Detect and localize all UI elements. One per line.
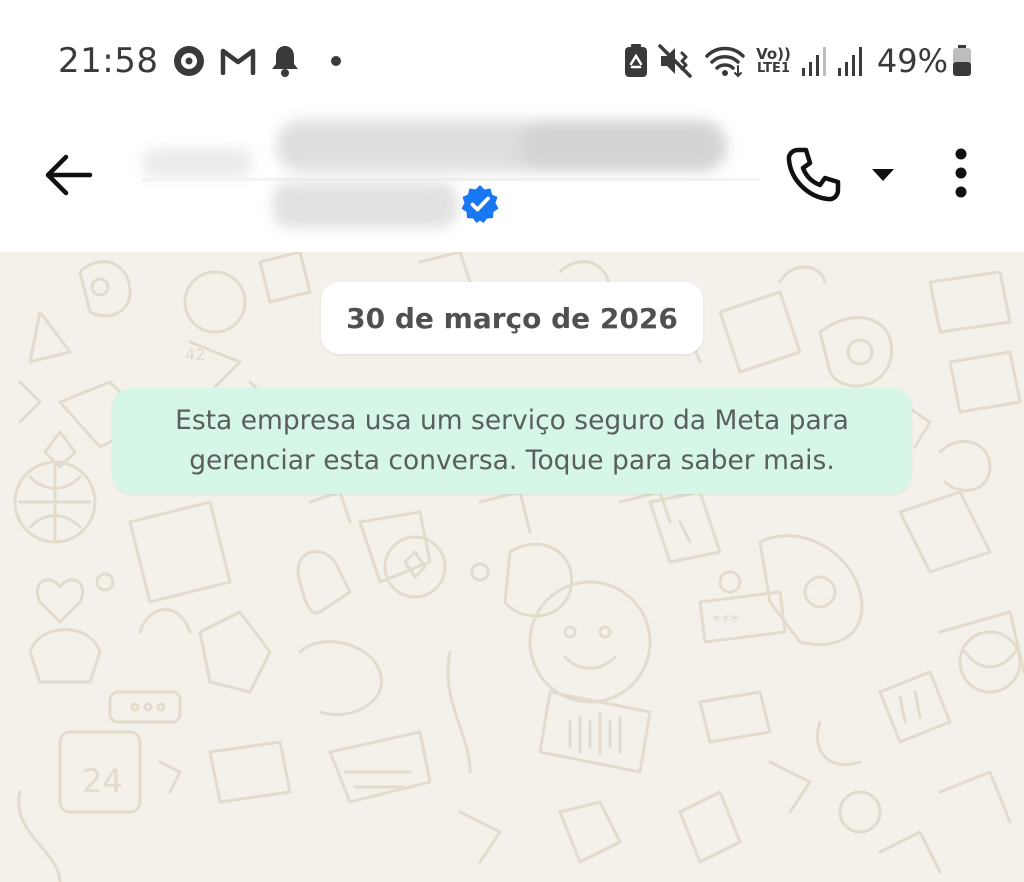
svg-text:***: *** bbox=[712, 611, 739, 632]
battery-icon bbox=[952, 45, 972, 77]
verified-badge-icon bbox=[461, 185, 499, 223]
date-chip-label: 30 de março de 2026 bbox=[346, 301, 678, 335]
system-message-text: Esta empresa usa um serviço seguro da Me… bbox=[155, 401, 869, 481]
system-message-line-2: gerenciar esta conversa. Toque para sabe… bbox=[189, 445, 835, 476]
chat-area[interactable]: 42 24 *** 30 de março de 2026 Esta empre… bbox=[0, 252, 1024, 882]
mute-vibrate-icon bbox=[658, 44, 694, 78]
system-encryption-message[interactable]: Esta empresa usa um serviço seguro da Me… bbox=[112, 388, 912, 494]
status-left: 21:58 bbox=[58, 38, 342, 84]
signal-2-icon bbox=[837, 46, 863, 76]
media-disc-icon bbox=[172, 44, 206, 78]
back-button[interactable] bbox=[40, 146, 98, 204]
bell-icon bbox=[270, 44, 300, 78]
contact-name-blurred-part bbox=[520, 126, 720, 166]
volte-icon: Vo)) LTE1 bbox=[756, 45, 791, 76]
wifi-icon bbox=[704, 44, 746, 78]
status-right: Vo)) LTE1 49% bbox=[614, 38, 972, 84]
system-message-line-1: Esta empresa usa um serviço seguro da Me… bbox=[175, 405, 849, 436]
battery-saver-icon bbox=[624, 44, 648, 78]
more-options-button[interactable] bbox=[936, 140, 986, 206]
battery-percent: 49% bbox=[876, 42, 948, 80]
volte-label-top: Vo)) bbox=[756, 45, 791, 63]
chat-screen: 21:58 Vo)) LTE1 49% 42 24 *** 30 de març… bbox=[0, 0, 1024, 882]
more-vertical-icon bbox=[955, 148, 967, 198]
call-button[interactable] bbox=[782, 144, 844, 206]
dot-icon bbox=[330, 55, 342, 67]
gmail-icon bbox=[220, 47, 256, 75]
svg-text:24: 24 bbox=[82, 762, 123, 800]
caret-down-icon bbox=[872, 169, 894, 181]
date-chip: 30 de março de 2026 bbox=[321, 282, 703, 354]
status-bar: 21:58 Vo)) LTE1 49% bbox=[0, 0, 1024, 118]
volte-label-bottom: LTE1 bbox=[757, 61, 790, 76]
phone-icon bbox=[786, 147, 841, 202]
contact-subtitle-blurred bbox=[272, 182, 458, 228]
call-dropdown-button[interactable] bbox=[866, 162, 900, 188]
svg-text:42: 42 bbox=[185, 345, 205, 364]
arrow-left-icon bbox=[45, 154, 93, 196]
status-time: 21:58 bbox=[58, 41, 159, 81]
signal-1-icon bbox=[801, 46, 827, 76]
header-blur-strip bbox=[142, 178, 760, 181]
chat-header bbox=[0, 118, 1024, 252]
avatar[interactable] bbox=[142, 148, 252, 178]
